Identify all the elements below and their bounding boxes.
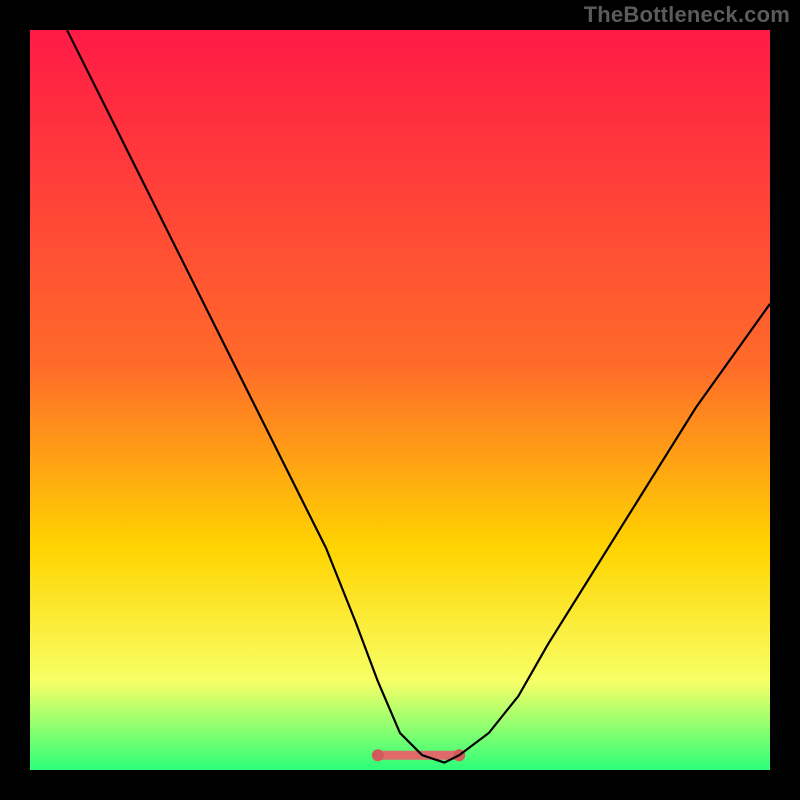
- chart-frame: TheBottleneck.com: [0, 0, 800, 800]
- bottleneck-chart: [30, 30, 770, 770]
- plot-area: [30, 30, 770, 770]
- gradient-background: [30, 30, 770, 770]
- watermark-text: TheBottleneck.com: [584, 2, 790, 28]
